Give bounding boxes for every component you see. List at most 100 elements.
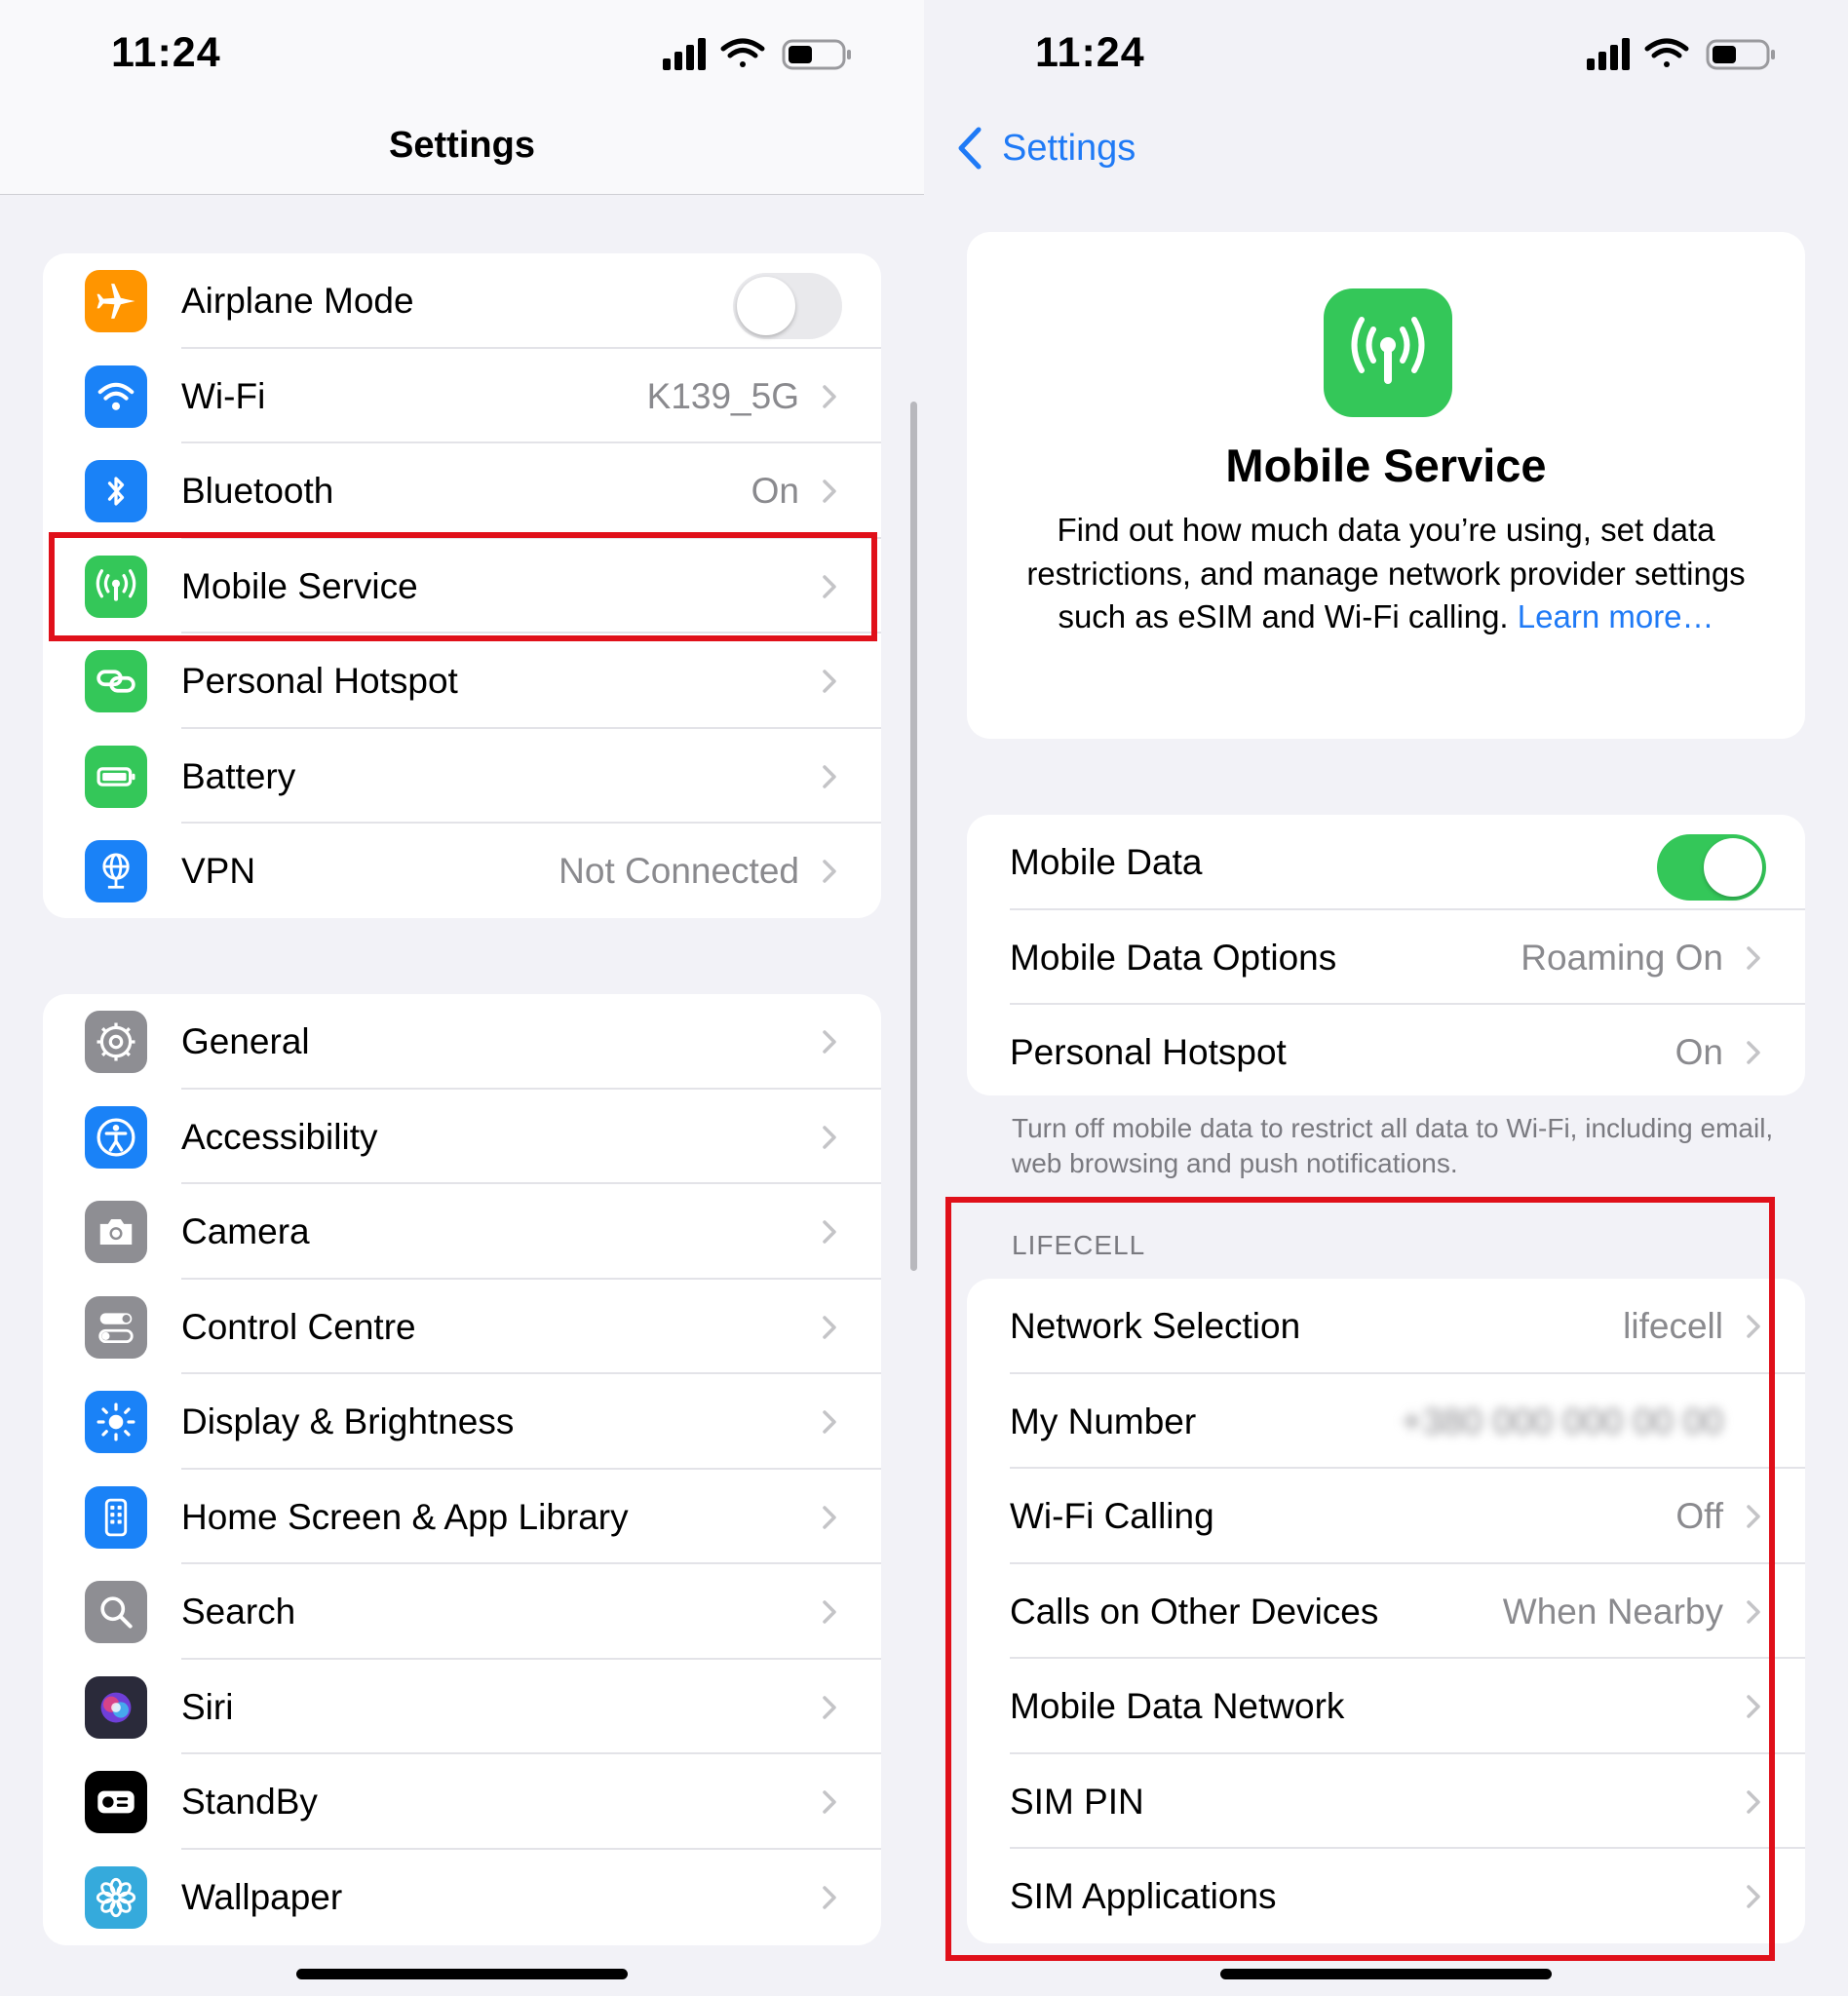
settings-row-wi-fi[interactable]: Wi-Fi K139_5G [43, 349, 881, 443]
home-indicator[interactable] [1220, 1969, 1552, 1979]
row-value: Roaming On [1521, 937, 1723, 978]
back-button-label: Settings [1002, 127, 1136, 169]
row-label: Display & Brightness [181, 1401, 515, 1441]
wifi-status-icon [1644, 38, 1689, 67]
back-button[interactable]: Settings [957, 119, 1136, 177]
chevron-right-icon [1747, 1315, 1760, 1338]
hero-title: Mobile Service [1225, 440, 1547, 491]
settings-row-airplane-mode[interactable]: Airplane Mode [43, 253, 881, 349]
chevron-right-icon [1747, 945, 1760, 970]
settings-row-vpn[interactable]: VPN Not Connected [43, 824, 881, 918]
row-value: lifecell [1623, 1306, 1723, 1346]
chevron-right-icon [823, 1790, 836, 1814]
chevron-right-icon [1747, 1885, 1760, 1908]
chevron-right-icon [823, 480, 836, 503]
row-value: Off [1675, 1496, 1723, 1536]
scrollbar[interactable] [910, 402, 917, 1271]
settings-row-battery[interactable]: Battery [43, 729, 881, 824]
row-label: Siri [181, 1686, 234, 1727]
row-label: Calls on Other Devices [1010, 1591, 1379, 1631]
row-label: General [181, 1021, 310, 1061]
settings-row-my-number[interactable]: My Number +380 000 000 00 00 [967, 1374, 1805, 1469]
row-label: Wi-Fi [181, 375, 266, 416]
settings-row-calls-on-other-devices[interactable]: Calls on Other Devices When Nearby [967, 1564, 1805, 1659]
row-label: SIM Applications [1010, 1876, 1277, 1916]
row-label: Mobile Data Options [1010, 937, 1337, 978]
battery-status-icon [1706, 39, 1775, 70]
learn-more-link[interactable]: Learn more… [1518, 598, 1714, 634]
chevron-right-icon [823, 1030, 836, 1054]
row-value: Not Connected [558, 851, 799, 891]
chevron-right-icon [1747, 1599, 1760, 1624]
chevron-right-icon [823, 1600, 836, 1624]
row-label: Home Screen & App Library [181, 1496, 629, 1537]
row-value: K139_5G [646, 375, 799, 416]
row-label: SIM PIN [1010, 1781, 1144, 1822]
chevron-right-icon [823, 574, 836, 598]
bluetooth-icon [85, 460, 147, 522]
settings-row-wi-fi-calling[interactable]: Wi-Fi Calling Off [967, 1469, 1805, 1564]
row-label: VPN [181, 851, 256, 891]
toggle-knob [1704, 838, 1762, 897]
row-label: Battery [181, 755, 296, 796]
settings-row-mobile-service[interactable]: Mobile Service [43, 539, 881, 633]
chevron-right-icon [823, 1885, 836, 1909]
settings-row-accessibility[interactable]: Accessibility [43, 1090, 881, 1184]
standby-icon [85, 1771, 147, 1833]
chevron-left-icon [958, 127, 982, 170]
settings-row-network-selection[interactable]: Network Selection lifecell [967, 1279, 1805, 1374]
carrier-section-header: LIFECELL [1012, 1230, 1146, 1260]
settings-row-search[interactable]: Search [43, 1564, 881, 1660]
accessibility-icon [85, 1105, 147, 1169]
settings-row-home-screen-and-app-library[interactable]: Home Screen & App Library [43, 1470, 881, 1564]
row-label: Wallpaper [181, 1876, 343, 1917]
sun-icon [85, 1391, 147, 1453]
settings-row-mobile-data-network[interactable]: Mobile Data Network [967, 1659, 1805, 1754]
wifi-icon [85, 365, 147, 428]
row-label: Mobile Service [181, 565, 418, 606]
row-label: Personal Hotspot [1010, 1032, 1287, 1072]
settings-row-general[interactable]: General [43, 994, 881, 1090]
antenna-icon [1324, 288, 1452, 417]
settings-row-sim-pin[interactable]: SIM PIN [967, 1754, 1805, 1849]
settings-row-sim-applications[interactable]: SIM Applications [967, 1849, 1805, 1943]
cellular-signal-icon [1587, 38, 1630, 70]
row-label: Bluetooth [181, 471, 334, 511]
settings-row-bluetooth[interactable]: Bluetooth On [43, 443, 881, 539]
antenna-icon [85, 555, 147, 618]
row-value: When Nearby [1502, 1591, 1723, 1631]
battery-status-icon [782, 39, 851, 70]
hero-description: Find out how much data you’re using, set… [1025, 509, 1747, 639]
home-indicator[interactable] [296, 1969, 628, 1979]
settings-row-mobile-data[interactable]: Mobile Data [967, 815, 1805, 910]
settings-row-mobile-data-options[interactable]: Mobile Data Options Roaming On [967, 910, 1805, 1005]
settings-row-personal-hotspot[interactable]: Personal Hotspot On [967, 1005, 1805, 1095]
settings-row-standby[interactable]: StandBy [43, 1754, 881, 1850]
row-label: Mobile Data Network [1010, 1686, 1345, 1726]
cellular-signal-icon [663, 38, 706, 70]
settings-row-wallpaper[interactable]: Wallpaper [43, 1850, 881, 1945]
settings-row-camera[interactable]: Camera [43, 1184, 881, 1280]
row-value: +380 000 000 00 00 [1401, 1401, 1723, 1441]
airplane-mode-toggle[interactable] [733, 273, 842, 339]
vpn-globe-icon [85, 840, 147, 902]
mobile-data-toggle[interactable] [1657, 834, 1766, 901]
toggle-knob [737, 277, 795, 335]
settings-row-siri[interactable]: Siri [43, 1660, 881, 1754]
settings-row-control-centre[interactable]: Control Centre [43, 1280, 881, 1374]
row-value: On [751, 471, 799, 511]
chevron-right-icon [823, 1505, 836, 1529]
camera-icon [85, 1201, 147, 1263]
row-label: Airplane Mode [181, 281, 414, 321]
airplane-icon [85, 270, 147, 332]
status-time: 11:24 [1035, 29, 1145, 76]
chevron-right-icon [823, 1315, 836, 1339]
chevron-right-icon [1747, 1695, 1760, 1718]
battery-icon [85, 745, 147, 808]
settings-row-display-and-brightness[interactable]: Display & Brightness [43, 1374, 881, 1470]
settings-row-personal-hotspot[interactable]: Personal Hotspot [43, 633, 881, 729]
search-icon [85, 1581, 147, 1643]
status-bar-right: 11:24 [924, 0, 1848, 107]
row-label: StandBy [181, 1782, 318, 1822]
chevron-right-icon [823, 1125, 836, 1149]
